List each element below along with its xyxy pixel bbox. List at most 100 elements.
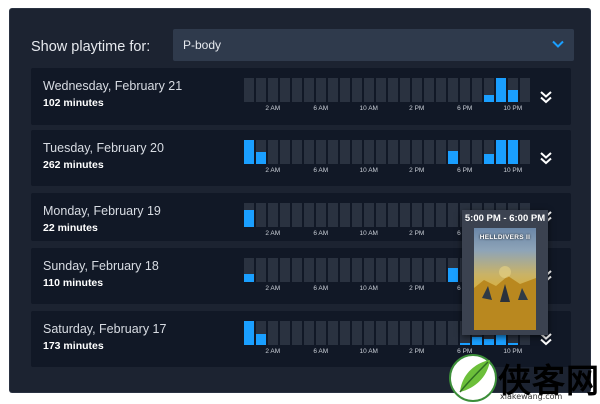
day-row[interactable]: Wednesday, February 21 102 minutes 2 AM 6 A… xyxy=(31,68,571,125)
hour-slot[interactable] xyxy=(364,258,374,282)
hour-slot[interactable] xyxy=(316,258,326,282)
hour-slot[interactable] xyxy=(244,203,254,227)
game-select[interactable]: P-body xyxy=(173,29,574,61)
hour-slot[interactable] xyxy=(376,78,386,102)
hour-slot[interactable] xyxy=(304,203,314,227)
hour-slot[interactable] xyxy=(388,78,398,102)
hour-slot[interactable] xyxy=(268,321,278,345)
hour-slot[interactable] xyxy=(388,258,398,282)
hour-slot[interactable] xyxy=(352,258,362,282)
hour-slot[interactable] xyxy=(292,258,302,282)
hour-slot[interactable] xyxy=(316,78,326,102)
hour-slot[interactable] xyxy=(448,321,458,345)
hour-slot[interactable] xyxy=(280,321,290,345)
hour-slot[interactable] xyxy=(520,140,530,164)
hour-slot[interactable] xyxy=(460,140,470,164)
hour-slot[interactable] xyxy=(352,321,362,345)
hour-slot[interactable] xyxy=(292,321,302,345)
hour-slot[interactable] xyxy=(316,140,326,164)
hour-slot[interactable] xyxy=(268,203,278,227)
double-chevron-down-icon[interactable] xyxy=(539,151,553,165)
hour-slot[interactable] xyxy=(448,258,458,282)
hour-slot[interactable] xyxy=(400,140,410,164)
hour-slot[interactable] xyxy=(328,258,338,282)
hour-slot[interactable] xyxy=(484,78,494,102)
hour-slot[interactable] xyxy=(292,78,302,102)
hour-slot[interactable] xyxy=(304,321,314,345)
hour-slot[interactable] xyxy=(328,140,338,164)
hour-slot[interactable] xyxy=(412,78,422,102)
hour-slot[interactable] xyxy=(316,203,326,227)
hour-slot[interactable] xyxy=(388,140,398,164)
hour-slot[interactable] xyxy=(424,321,434,345)
day-row[interactable]: Tuesday, February 20 262 minutes 2 AM 6 AM 1… xyxy=(31,130,571,186)
hour-slot[interactable] xyxy=(352,203,362,227)
hour-slot[interactable] xyxy=(436,78,446,102)
hour-slot[interactable] xyxy=(436,321,446,345)
hour-slot[interactable] xyxy=(436,258,446,282)
hour-slot[interactable] xyxy=(340,258,350,282)
hour-slot[interactable] xyxy=(328,78,338,102)
hour-slot[interactable] xyxy=(256,203,266,227)
hour-slot[interactable] xyxy=(304,258,314,282)
hour-slot[interactable] xyxy=(340,203,350,227)
hour-slot[interactable] xyxy=(304,78,314,102)
hour-slot[interactable] xyxy=(364,203,374,227)
hour-slot[interactable] xyxy=(424,140,434,164)
hour-slot[interactable] xyxy=(460,78,470,102)
hour-slot[interactable] xyxy=(424,78,434,102)
hour-slot[interactable] xyxy=(412,203,422,227)
hour-slot[interactable] xyxy=(292,140,302,164)
hour-slot[interactable] xyxy=(520,78,530,102)
hour-slot[interactable] xyxy=(364,140,374,164)
hour-slot[interactable] xyxy=(340,321,350,345)
hour-slot[interactable] xyxy=(244,321,254,345)
hour-slot[interactable] xyxy=(340,78,350,102)
hour-slot[interactable] xyxy=(484,140,494,164)
hour-slot[interactable] xyxy=(376,203,386,227)
hour-slot[interactable] xyxy=(412,321,422,345)
hour-slot[interactable] xyxy=(400,258,410,282)
hour-slot[interactable] xyxy=(388,321,398,345)
hour-slot[interactable] xyxy=(364,321,374,345)
hour-slot[interactable] xyxy=(388,203,398,227)
hour-slot[interactable] xyxy=(256,78,266,102)
hour-slot[interactable] xyxy=(256,140,266,164)
hour-slot[interactable] xyxy=(256,321,266,345)
double-chevron-down-icon[interactable] xyxy=(539,90,553,104)
hour-slot[interactable] xyxy=(436,140,446,164)
hour-slot[interactable] xyxy=(244,78,254,102)
hour-slot[interactable] xyxy=(352,78,362,102)
hour-slot[interactable] xyxy=(268,258,278,282)
hour-slot[interactable] xyxy=(472,140,482,164)
hour-slot[interactable] xyxy=(256,258,266,282)
hour-slot[interactable] xyxy=(280,140,290,164)
hour-slot[interactable] xyxy=(448,203,458,227)
hour-slot[interactable] xyxy=(244,258,254,282)
hour-slot[interactable] xyxy=(268,78,278,102)
hour-slot[interactable] xyxy=(280,203,290,227)
hour-slot[interactable] xyxy=(472,78,482,102)
hour-slot[interactable] xyxy=(424,203,434,227)
hour-slot[interactable] xyxy=(268,140,278,164)
hour-slot[interactable] xyxy=(448,78,458,102)
hour-slot[interactable] xyxy=(352,140,362,164)
hour-slot[interactable] xyxy=(364,78,374,102)
hour-slot[interactable] xyxy=(496,140,506,164)
hour-slot[interactable] xyxy=(436,203,446,227)
hour-slot[interactable] xyxy=(376,258,386,282)
hour-slot[interactable] xyxy=(328,203,338,227)
hour-slot[interactable] xyxy=(508,140,518,164)
hour-slot[interactable] xyxy=(400,78,410,102)
hour-slot[interactable] xyxy=(340,140,350,164)
hour-slot[interactable] xyxy=(496,78,506,102)
hour-slot[interactable] xyxy=(280,258,290,282)
hour-slot[interactable] xyxy=(448,140,458,164)
hour-slot[interactable] xyxy=(328,321,338,345)
hour-slot[interactable] xyxy=(412,140,422,164)
hour-slot[interactable] xyxy=(280,78,290,102)
hour-slot[interactable] xyxy=(292,203,302,227)
hour-slot[interactable] xyxy=(424,258,434,282)
hour-slot[interactable] xyxy=(400,203,410,227)
hour-slot[interactable] xyxy=(376,140,386,164)
